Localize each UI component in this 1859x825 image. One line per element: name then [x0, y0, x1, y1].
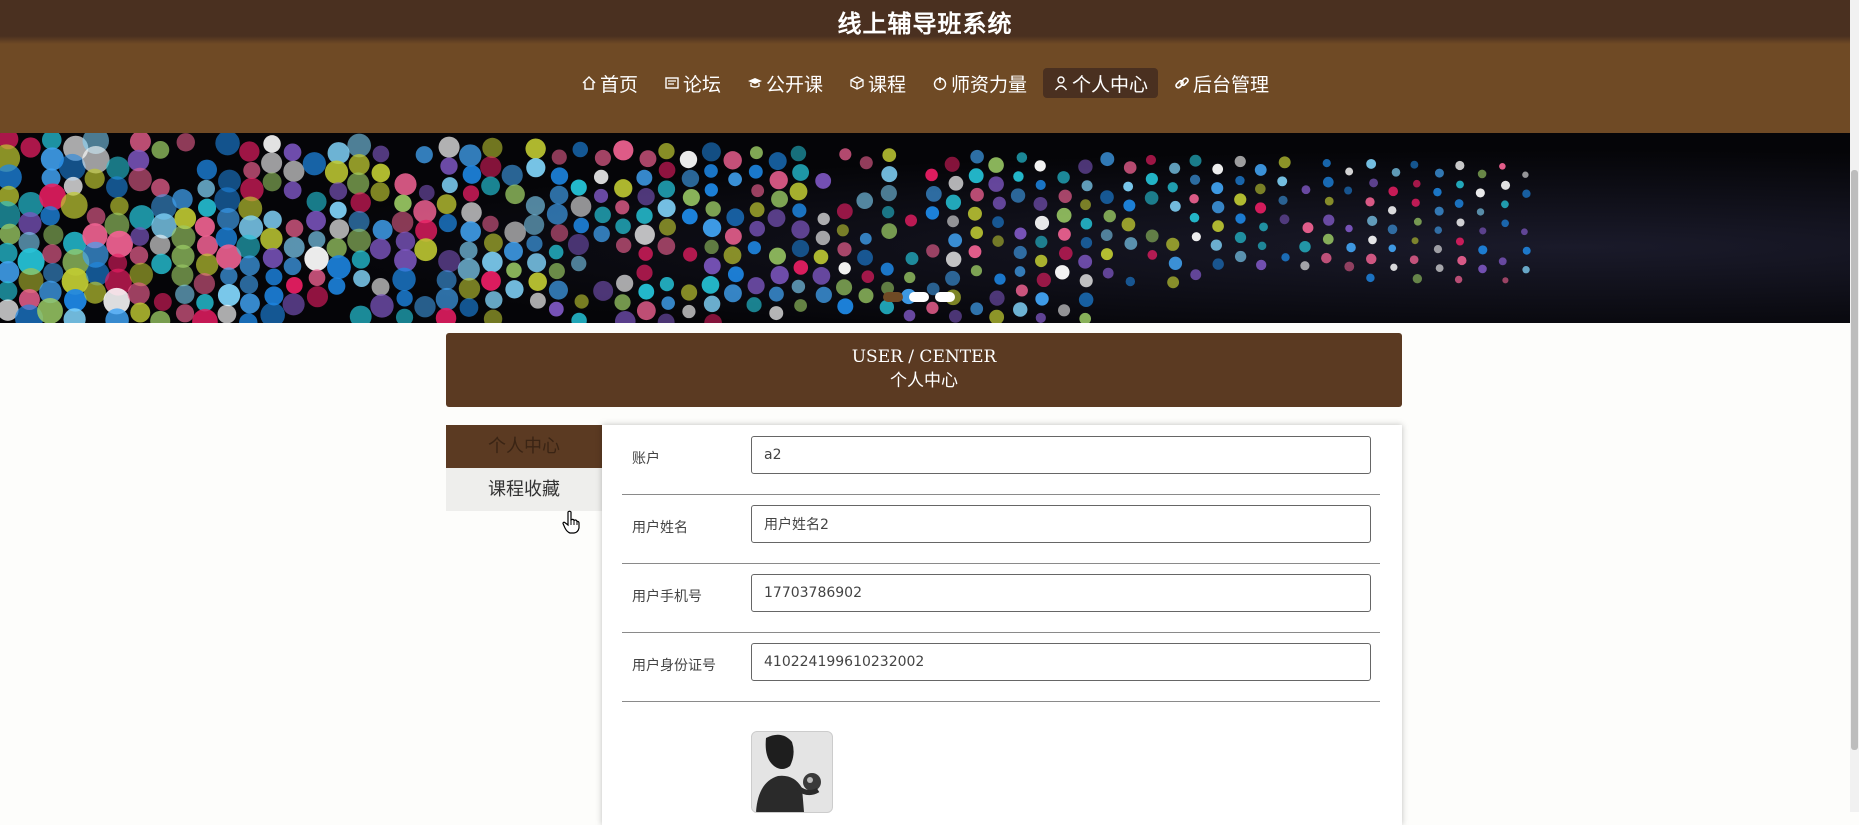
side-menu: 个人中心 课程收藏: [446, 425, 602, 511]
field-label: 用户姓名: [632, 520, 688, 536]
main-nav: 首页 论坛 公开课 课程 师资力量 个人中心 后台管理: [0, 68, 1850, 98]
account-field[interactable]: [751, 436, 1371, 474]
carousel-indicators: [883, 292, 955, 302]
scrollbar-thumb[interactable]: [1851, 170, 1858, 750]
forum-icon: [665, 77, 679, 89]
user-icon: [1054, 76, 1068, 91]
carousel-dot[interactable]: [883, 292, 903, 302]
link-icon: [1175, 77, 1189, 89]
nav-course[interactable]: 课程: [839, 68, 916, 98]
nav-label: 后台管理: [1193, 73, 1270, 96]
carousel-dot[interactable]: [935, 292, 955, 302]
nav-forum[interactable]: 论坛: [654, 68, 731, 98]
nav-label: 首页: [599, 73, 638, 96]
open-course-icon: [747, 78, 762, 88]
nav-home[interactable]: 首页: [571, 68, 648, 98]
nav-label: 个人中心: [1072, 73, 1149, 96]
page-scrollbar[interactable]: [1850, 0, 1859, 812]
id-card-field[interactable]: [751, 643, 1371, 681]
field-label: 用户身份证号: [632, 658, 716, 674]
nav-teachers[interactable]: 师资力量: [922, 68, 1037, 98]
nav-admin[interactable]: 后台管理: [1164, 68, 1279, 98]
home-icon: [582, 76, 596, 90]
nav-label: 论坛: [682, 73, 721, 96]
section-header: USER / CENTER 个人中心: [446, 333, 1402, 407]
teacher-icon: [933, 77, 947, 91]
nav-label: 公开课: [765, 73, 823, 96]
site-title: 线上辅导班系统: [837, 10, 1013, 38]
carousel-dot[interactable]: [909, 292, 929, 302]
side-item-user-center[interactable]: 个人中心: [446, 425, 602, 468]
profile-form: 账户 用户姓名 用户手机号 用户身份证号: [602, 425, 1402, 825]
user-name-field[interactable]: [751, 505, 1371, 543]
field-label: 用户手机号: [632, 589, 702, 605]
nav-label: 课程: [867, 73, 906, 96]
side-item-course-favorites[interactable]: 课程收藏: [446, 468, 602, 511]
nav-user-center[interactable]: 个人中心: [1043, 68, 1159, 98]
user-photo-icon: [752, 732, 832, 812]
phone-field[interactable]: [751, 574, 1371, 612]
form-row-id-card: 用户身份证号: [622, 632, 1380, 702]
form-row-phone: 用户手机号: [622, 563, 1380, 633]
section-title-en: USER / CENTER: [851, 347, 997, 367]
form-row-account: 账户: [622, 425, 1380, 495]
nav-open-course[interactable]: 公开课: [737, 68, 833, 98]
top-header: 线上辅导班系统 首页 论坛 公开课 课程 师资力量 个人中心 后台管理: [0, 0, 1850, 133]
hand-pointer-icon: [562, 510, 580, 534]
nav-label: 师资力量: [951, 73, 1028, 96]
course-icon: [850, 76, 864, 90]
avatar[interactable]: [751, 731, 833, 813]
field-label: 账户: [632, 451, 660, 467]
form-row-name: 用户姓名: [622, 494, 1380, 564]
section-title-cn: 个人中心: [890, 371, 958, 391]
